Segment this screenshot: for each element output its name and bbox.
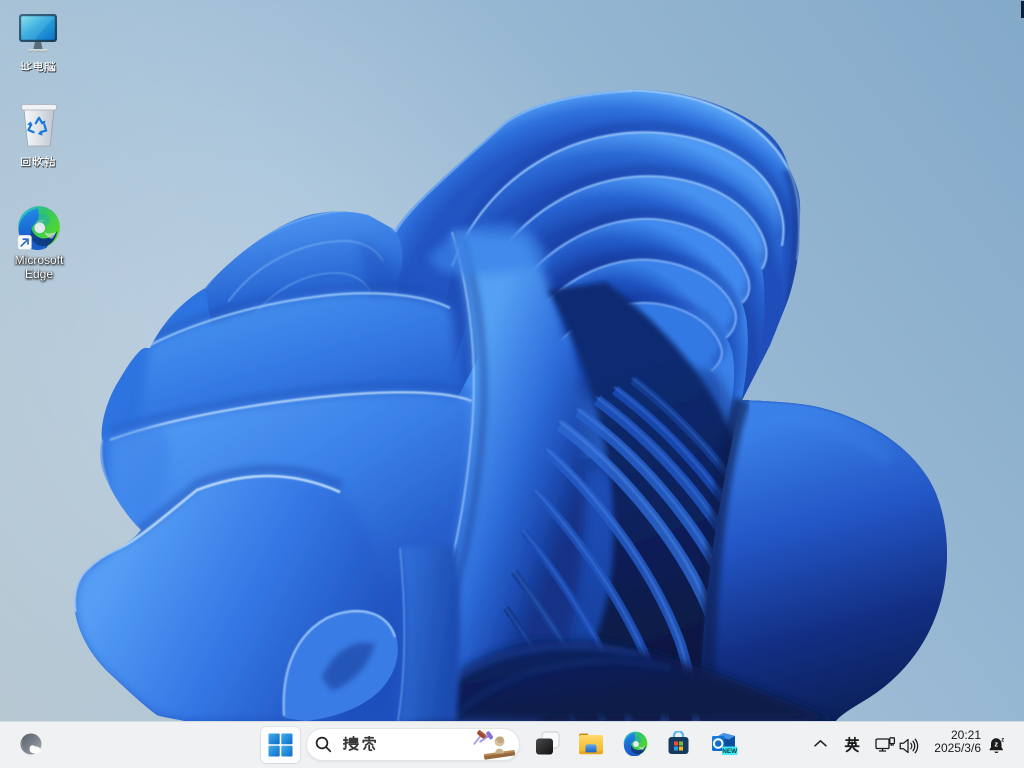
svg-text:z: z (1001, 737, 1004, 743)
svg-text:z: z (994, 739, 998, 748)
svg-text:NEW: NEW (722, 748, 738, 755)
